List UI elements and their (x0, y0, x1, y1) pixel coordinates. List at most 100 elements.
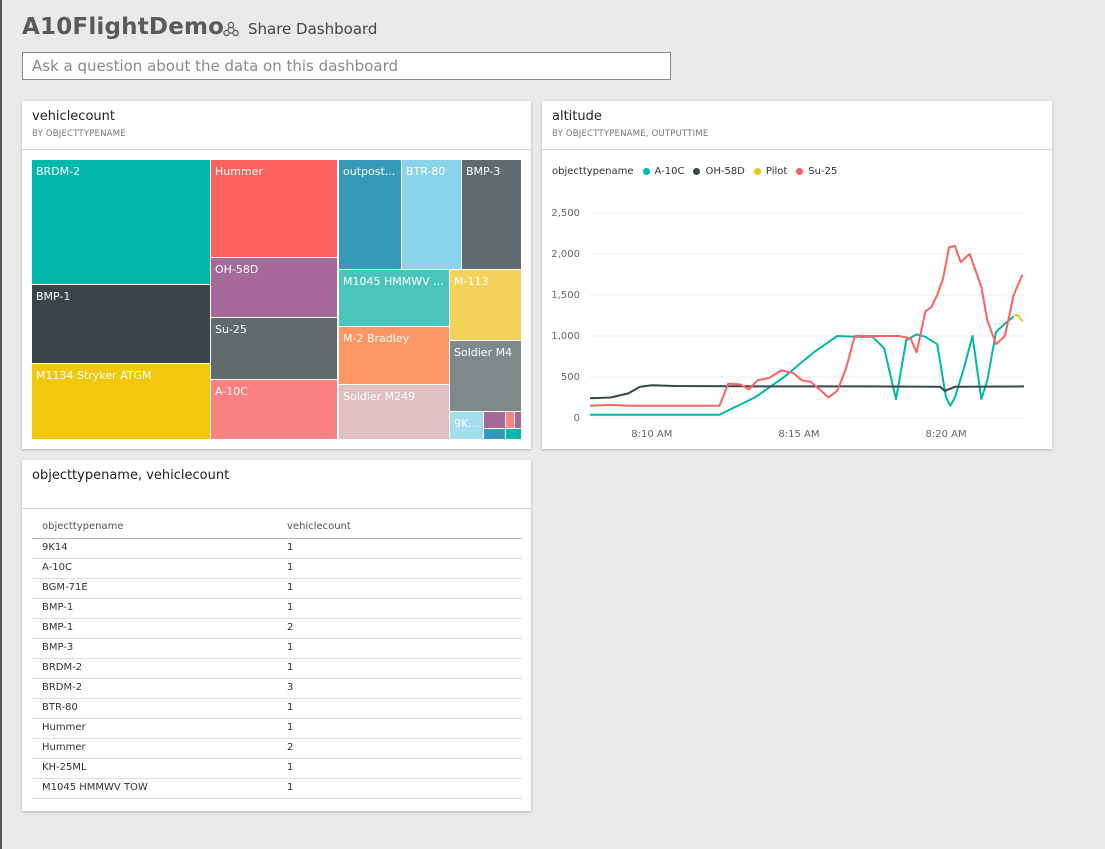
table-cell-objecttypename: BRDM-2 (42, 682, 83, 693)
tile-divider (22, 508, 531, 509)
treemap-cell[interactable]: Soldier M4 (450, 341, 522, 412)
table-row-divider (32, 558, 522, 559)
treemap-cell[interactable]: BTR-80 (402, 160, 462, 270)
treemap-cell[interactable] (506, 412, 515, 429)
treemap-cell[interactable]: 9K... (450, 412, 484, 440)
dashboard-title: A10FlightDemo (22, 14, 225, 40)
table-cell-vehiclecount: 2 (287, 742, 294, 753)
legend-label: A-10C (654, 166, 685, 177)
table-cell-objecttypename: M1045 HMMWV TOW (42, 782, 148, 793)
column-header-objecttypename[interactable]: objecttypename (42, 521, 124, 532)
treemap-cell[interactable]: Hummer (211, 160, 338, 258)
legend-item[interactable]: Pilot (753, 166, 788, 177)
table-cell-vehiclecount: 1 (287, 562, 294, 573)
legend-label: Su-25 (808, 166, 838, 177)
y-tick-label: 2,000 (551, 249, 580, 260)
x-tick-label: 8:20 AM (925, 429, 966, 440)
series-line-su-25[interactable] (589, 244, 1024, 407)
table-row-divider (32, 798, 522, 799)
tile-subtitle: BY OBJECTTYPENAME, OUTPUTTIME (552, 129, 709, 139)
qa-input[interactable] (23, 53, 670, 79)
treemap-cell-label: M1134 Stryker ATGM (36, 369, 152, 382)
treemap-cell[interactable] (484, 429, 506, 440)
legend-dot-icon (796, 168, 804, 175)
treemap-cell[interactable] (515, 412, 522, 429)
treemap-cell[interactable]: M1045 HMMWV ... (339, 270, 450, 327)
table-row-divider (32, 618, 522, 619)
column-header-vehiclecount[interactable]: vehiclecount (287, 521, 351, 532)
table-row-divider (32, 598, 522, 599)
legend-item[interactable]: Su-25 (796, 166, 837, 177)
share-dashboard-label: Share Dashboard (248, 20, 378, 38)
treemap-cell-label: M-2 Bradley (343, 332, 410, 345)
treemap-cell[interactable]: OH-58D (211, 258, 338, 318)
y-tick-label: 2,500 (551, 208, 580, 219)
treemap-cell[interactable]: A-10C (211, 380, 338, 440)
vehiclecount-treemap-tile[interactable]: vehiclecount BY OBJECTTYPENAME BRDM-2 BMP… (22, 101, 531, 449)
window-left-edge (0, 0, 2, 849)
table-row-divider (32, 778, 522, 779)
legend-dot-icon (693, 168, 701, 175)
objecttypename-table-tile[interactable]: objecttypename, vehiclecount objecttypen… (22, 460, 531, 811)
share-dashboard-button[interactable]: Share Dashboard (222, 20, 377, 38)
tile-divider (22, 149, 531, 150)
y-tick-label: 0 (574, 413, 580, 424)
series-line-oh-58d[interactable] (589, 384, 1025, 400)
treemap-cell[interactable]: M1134 Stryker ATGM (32, 364, 211, 440)
treemap[interactable]: BRDM-2 BMP-1 M1134 Stryker ATGM Hummer OH-58… (32, 160, 522, 440)
treemap-cell-label: M1045 HMMWV ... (343, 275, 444, 288)
treemap-cell-label: Soldier M249 (343, 390, 416, 403)
table-cell-objecttypename: KH-25ML (42, 762, 87, 773)
table-cell-objecttypename: 9K14 (42, 542, 68, 553)
series-line-a-10c[interactable] (590, 315, 1015, 416)
treemap-cell[interactable]: Su-25 (211, 318, 338, 380)
qa-box[interactable] (22, 52, 671, 80)
series-line-pilot[interactable] (1013, 313, 1024, 322)
y-tick-label: 500 (561, 372, 580, 383)
table-cell-objecttypename: A-10C (42, 562, 72, 573)
table-cell-vehiclecount: 1 (287, 722, 294, 733)
tile-divider (542, 149, 1052, 150)
tile-title: objecttypename, vehiclecount (32, 468, 230, 483)
treemap-cell[interactable]: M-113 (450, 270, 522, 341)
altitude-chart[interactable]: 2,500 2,000 1,500 1,000 500 0 8:10 AM 8:15 AM 8:… (542, 181, 1052, 449)
treemap-cell-label: BRDM-2 (36, 165, 81, 178)
legend-item[interactable]: OH-58D (693, 166, 745, 177)
treemap-cell[interactable] (484, 412, 506, 429)
legend-label: Pilot (765, 166, 788, 177)
table-cell-vehiclecount: 1 (287, 702, 294, 713)
table-cell-vehiclecount: 3 (287, 682, 294, 693)
table-row-divider (32, 578, 522, 579)
table-cell-vehiclecount: 1 (287, 542, 294, 553)
altitude-line-tile[interactable]: altitude BY OBJECTTYPENAME, OUTPUTTIME o… (542, 101, 1052, 449)
treemap-cell[interactable]: BRDM-2 (32, 160, 211, 285)
table-cell-objecttypename: BMP-1 (42, 622, 74, 633)
treemap-cell[interactable]: BMP-1 (32, 285, 211, 364)
treemap-cell-label: BTR-80 (406, 165, 446, 178)
treemap-cell-label: Hummer (215, 165, 263, 178)
legend-item[interactable]: A-10C (642, 166, 685, 177)
treemap-cell[interactable]: Soldier M249 (339, 385, 450, 440)
table-row-divider (32, 678, 522, 679)
treemap-cell[interactable]: outpost... (339, 160, 402, 270)
table-cell-vehiclecount: 2 (287, 622, 294, 633)
share-icon (222, 20, 240, 38)
treemap-cell-label: A-10C (215, 385, 248, 398)
table-cell-vehiclecount: 1 (287, 782, 294, 793)
legend-label: OH-58D (705, 166, 745, 177)
table-cell-objecttypename: BTR-80 (42, 702, 78, 713)
treemap-cell[interactable]: M-2 Bradley (339, 327, 450, 385)
table-cell-vehiclecount: 1 (287, 642, 294, 653)
table-cell-vehiclecount: 1 (287, 582, 294, 593)
table-cell-vehiclecount: 1 (287, 602, 294, 613)
treemap-cell[interactable]: BMP-3 (462, 160, 522, 270)
treemap-cell-label: Soldier M4 (454, 346, 513, 359)
table-row-divider (32, 738, 522, 739)
treemap-cell[interactable] (506, 429, 522, 440)
table-row-divider (32, 758, 522, 759)
y-tick-label: 1,000 (551, 331, 580, 342)
treemap-cell-label: BMP-1 (36, 290, 71, 303)
table-cell-vehiclecount: 1 (287, 762, 294, 773)
table-cell-objecttypename: BRDM-2 (42, 662, 83, 673)
table-row-divider (32, 698, 522, 699)
